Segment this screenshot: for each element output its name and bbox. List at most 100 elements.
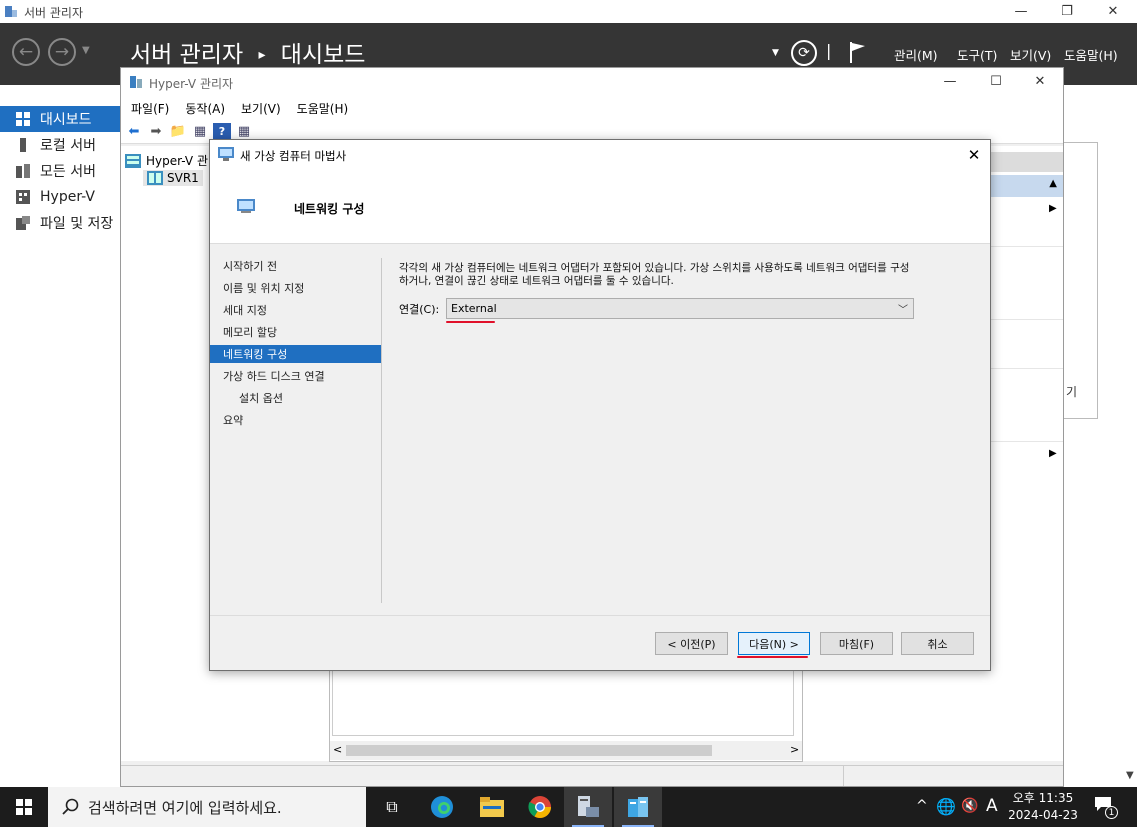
wizard-app-icon: [218, 147, 234, 161]
step-virtual-hard-disk[interactable]: 가상 하드 디스크 연결: [210, 367, 381, 385]
step-installation-options[interactable]: 설치 옵션: [210, 389, 381, 407]
close-button[interactable]: ✕: [1090, 0, 1136, 23]
sidebar-item-file-storage[interactable]: 파일 및 저장: [0, 210, 125, 236]
menu-tools[interactable]: 도구(T): [957, 45, 997, 64]
sidebar-item-dashboard[interactable]: 대시보드: [0, 106, 125, 132]
edge-icon: [431, 796, 453, 818]
menu-help[interactable]: 도움말(H): [1064, 45, 1118, 64]
actions-header: [991, 152, 1063, 172]
actions-divider: [991, 441, 1063, 442]
step-name-location[interactable]: 이름 및 위치 지정: [210, 279, 381, 297]
step-networking[interactable]: 네트워킹 구성: [210, 345, 381, 363]
submenu-arrow-icon[interactable]: ▶: [1049, 448, 1057, 459]
collapse-up-icon[interactable]: ▲: [1049, 178, 1057, 189]
show-hide-tree-icon[interactable]: ▦: [191, 123, 209, 141]
file-explorer-taskbar-button[interactable]: [468, 787, 516, 827]
actions-section-header[interactable]: ▲: [991, 175, 1063, 197]
hyperv-details-pane: < >: [329, 666, 803, 762]
actions-divider: [991, 319, 1063, 320]
action-pane-icon[interactable]: ▦: [235, 123, 253, 141]
history-dropdown-icon[interactable]: ▼: [82, 45, 90, 56]
wizard-close-button[interactable]: ✕: [962, 144, 986, 166]
hyperv-menu-file[interactable]: 파일(F): [131, 100, 169, 117]
step-generation[interactable]: 세대 지정: [210, 301, 381, 319]
local-server-icon: [20, 138, 26, 152]
chrome-taskbar-button[interactable]: [516, 787, 564, 827]
tree-root-item[interactable]: Hyper-V 관: [125, 152, 208, 169]
sidebar-item-local-server[interactable]: 로컬 서버: [0, 132, 125, 158]
clock-date: 2024-04-23: [1008, 808, 1078, 822]
taskbar-clock[interactable]: 오후 11:35 2024-04-23: [1004, 790, 1082, 824]
step-summary[interactable]: 요약: [210, 411, 381, 429]
hyperv-taskbar-icon: [628, 797, 648, 817]
refresh-icon[interactable]: ⟳: [791, 40, 817, 66]
hyperv-close-button[interactable]: ✕: [1017, 70, 1063, 93]
hyperv-menu-view[interactable]: 보기(V): [241, 100, 281, 117]
action-center-button[interactable]: 1: [1094, 796, 1118, 819]
connection-selected-value: External: [451, 302, 497, 315]
volume-muted-icon[interactable]: 🔇: [961, 798, 978, 814]
minimize-button[interactable]: —: [998, 0, 1044, 23]
server-manager-page-title: 서버 관리자 ▸ 대시보드: [130, 35, 365, 69]
sidebar-item-hyperv[interactable]: Hyper-V: [0, 184, 125, 210]
hyperv-menu-help[interactable]: 도움말(H): [297, 100, 349, 117]
header-breadcrumb: 대시보드: [280, 42, 366, 68]
tree-root-label: Hyper-V 관: [146, 154, 208, 168]
scroll-right-icon[interactable]: >: [790, 743, 799, 756]
windows-taskbar: 검색하려면 여기에 입력하세요. ⧉ ^ 🌐 🔇 A 오후 11:35 2024…: [0, 787, 1137, 827]
start-button[interactable]: [0, 787, 48, 827]
horizontal-scrollbar[interactable]: < >: [330, 741, 802, 760]
taskbar-search-box[interactable]: 검색하려면 여기에 입력하세요.: [48, 787, 366, 827]
header-title: 서버 관리자: [130, 42, 244, 68]
sidebar-item-all-servers[interactable]: 모든 서버: [0, 158, 125, 184]
forward-icon[interactable]: ➡: [147, 123, 165, 141]
notification-flag-icon[interactable]: [848, 40, 868, 64]
show-hidden-icons-chevron-icon[interactable]: ^: [916, 798, 928, 814]
tree-child-item-svr1[interactable]: SVR1: [143, 170, 203, 186]
task-view-button[interactable]: ⧉: [368, 787, 416, 827]
server-manager-titlebar: 서버 관리자 — ❐ ✕: [0, 0, 1137, 23]
next-button[interactable]: 다음(N) >: [738, 632, 810, 655]
up-folder-icon[interactable]: 📁: [169, 123, 187, 141]
previous-button[interactable]: < 이전(P): [655, 632, 728, 655]
connection-select[interactable]: External ﹀: [446, 298, 914, 319]
hyperv-minimize-button[interactable]: —: [927, 70, 973, 93]
wizard-steps-divider: [381, 258, 382, 603]
menu-view[interactable]: 보기(V): [1010, 45, 1051, 64]
hyperv-maximize-button[interactable]: ☐: [973, 70, 1019, 93]
hyperv-taskbar-button[interactable]: [614, 787, 662, 827]
submenu-arrow-icon[interactable]: ▶: [1049, 203, 1057, 214]
menu-manage[interactable]: 관리(M): [894, 45, 938, 64]
step-before-you-begin[interactable]: 시작하기 전: [210, 257, 381, 275]
sidebar-item-label: Hyper-V: [40, 189, 95, 205]
edge-taskbar-button[interactable]: [418, 787, 466, 827]
connection-highlight-underline: [446, 321, 495, 323]
status-divider: [843, 766, 844, 786]
windows-logo-icon: [16, 799, 32, 815]
scrollbar-thumb[interactable]: [346, 745, 712, 756]
scroll-left-icon[interactable]: <: [333, 743, 342, 756]
task-view-icon: ⧉: [386, 797, 398, 816]
hyperv-menubar: 파일(F) 동작(A) 보기(V) 도움말(H): [121, 96, 1063, 120]
restore-button[interactable]: ❐: [1044, 0, 1090, 23]
wizard-titlebar: 새 가상 컴퓨터 마법사 ✕: [210, 140, 990, 170]
help-icon[interactable]: ?: [213, 122, 231, 141]
finish-button[interactable]: 마침(F): [820, 632, 893, 655]
forward-arrow-icon[interactable]: →: [48, 38, 76, 66]
chrome-icon: [528, 796, 551, 818]
back-icon[interactable]: ⬅: [125, 123, 143, 141]
file-storage-icon: [16, 216, 30, 230]
wizard-description: 각각의 새 가상 컴퓨터에는 네트워크 어댑터가 포함되어 있습니다. 가상 스…: [399, 262, 984, 288]
sidebar-item-label: 대시보드: [40, 112, 92, 128]
refresh-dropdown-icon[interactable]: ▼: [772, 48, 779, 58]
cancel-button[interactable]: 취소: [901, 632, 974, 655]
chevron-down-icon: ﹀: [898, 305, 908, 316]
hyperv-menu-action[interactable]: 동작(A): [185, 100, 225, 117]
step-label: 세대 지정: [223, 304, 267, 317]
network-globe-icon[interactable]: 🌐: [936, 797, 956, 816]
server-manager-taskbar-button[interactable]: [564, 787, 612, 827]
scroll-down-arrow-icon[interactable]: ▼: [1126, 770, 1134, 781]
back-arrow-icon[interactable]: ←: [12, 38, 40, 66]
input-indicator[interactable]: A: [986, 796, 998, 816]
step-memory[interactable]: 메모리 할당: [210, 323, 381, 341]
